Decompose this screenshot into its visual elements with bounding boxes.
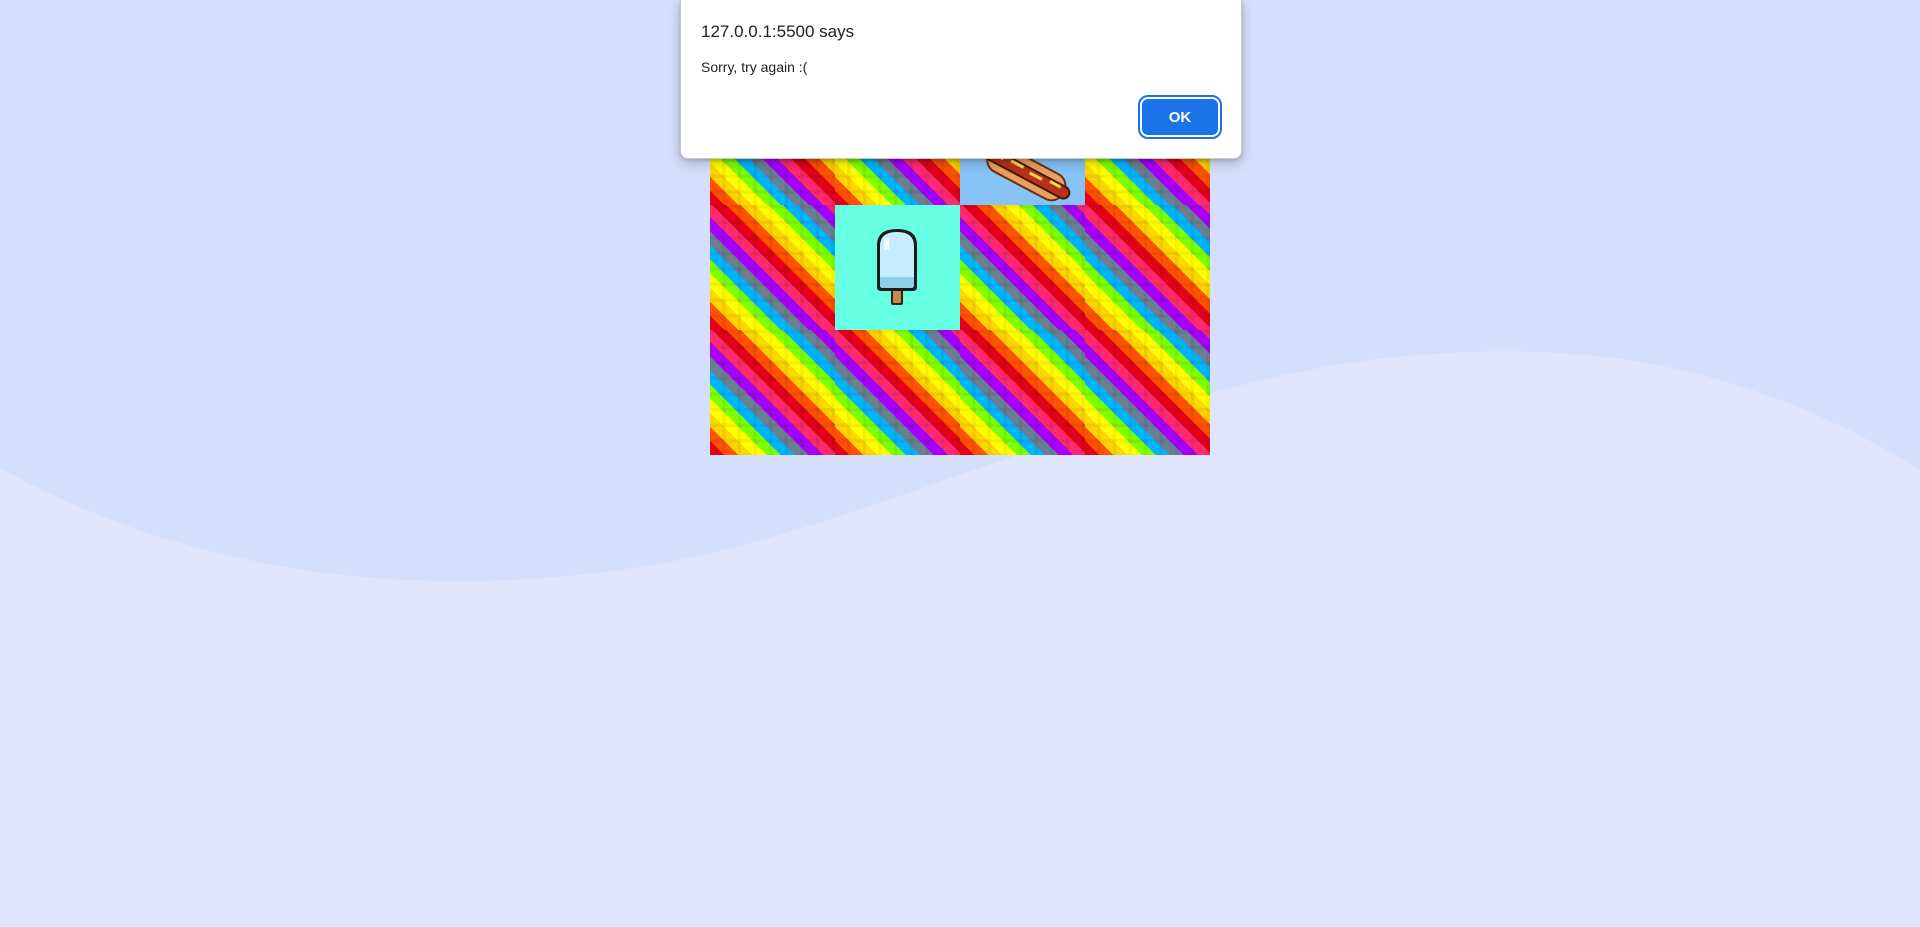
memory-card-popsicle[interactable] — [835, 205, 960, 330]
memory-card[interactable] — [960, 330, 1085, 455]
popsicle-icon — [877, 229, 917, 305]
dialog-title: 127.0.0.1:5500 says — [701, 22, 855, 41]
alert-dialog: 127.0.0.1:5500 says Sorry, try again :( … — [680, 0, 1242, 159]
memory-card[interactable] — [960, 205, 1085, 330]
dialog-message: Sorry, try again :( — [701, 59, 808, 75]
memory-card[interactable] — [710, 205, 835, 330]
memory-card[interactable] — [710, 330, 835, 455]
ok-button[interactable]: OK — [1138, 95, 1222, 139]
memory-card[interactable] — [835, 330, 960, 455]
memory-card[interactable] — [1085, 330, 1210, 455]
memory-card[interactable] — [1085, 205, 1210, 330]
